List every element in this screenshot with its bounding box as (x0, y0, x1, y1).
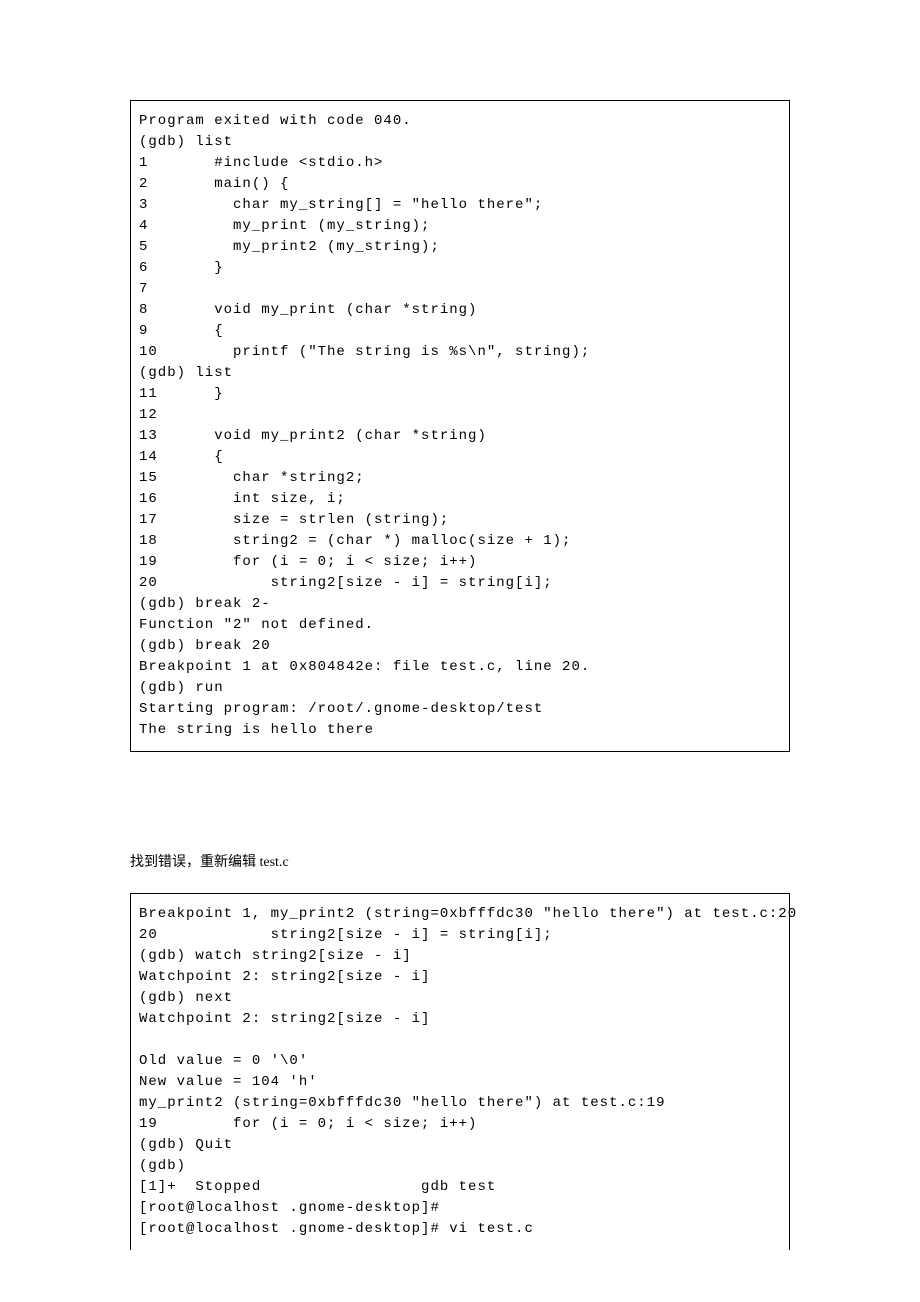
code-line: Program exited with code 040. (139, 113, 412, 129)
code-line: 4 my_print (my_string); (139, 218, 430, 234)
code-line: The string is hello there (139, 722, 374, 738)
code-line: Breakpoint 1, my_print2 (string=0xbfffdc… (139, 906, 797, 922)
code-line: 12 (139, 407, 158, 423)
code-line: [1]+ Stopped gdb test (139, 1179, 496, 1195)
code-line: 17 size = strlen (string); (139, 512, 449, 528)
document-page: Program exited with code 040. (gdb) list… (0, 0, 920, 1302)
code-line: Old value = 0 '\0' (139, 1053, 308, 1069)
code-line: 15 char *string2; (139, 470, 365, 486)
description-text: 找到错误，重新编辑 test.c (130, 852, 790, 873)
code-line: 13 void my_print2 (char *string) (139, 428, 487, 444)
code-line: 18 string2 = (char *) malloc(size + 1); (139, 533, 571, 549)
code-block-1: Program exited with code 040. (gdb) list… (130, 100, 790, 752)
code-line: 9 { (139, 323, 224, 339)
code-line: 14 { (139, 449, 224, 465)
code-line: 8 void my_print (char *string) (139, 302, 477, 318)
code-line: [root@localhost .gnome-desktop]# vi test… (139, 1221, 534, 1237)
code-line: (gdb) next (139, 990, 233, 1006)
code-line: 10 printf ("The string is %s\n", string)… (139, 344, 590, 360)
code-line: Watchpoint 2: string2[size - i] (139, 1011, 430, 1027)
code-line: (gdb) break 2- (139, 596, 271, 612)
code-line: 20 string2[size - i] = string[i]; (139, 575, 553, 591)
code-line: New value = 104 'h' (139, 1074, 318, 1090)
code-line: 7 (139, 281, 148, 297)
code-line: 1 #include <stdio.h> (139, 155, 383, 171)
code-line: (gdb) watch string2[size - i] (139, 948, 412, 964)
code-line: 2 main() { (139, 176, 289, 192)
code-line: Function "2" not defined. (139, 617, 374, 633)
code-line: 3 char my_string[] = "hello there"; (139, 197, 543, 213)
code-line: (gdb) (139, 1158, 186, 1174)
code-line: 19 for (i = 0; i < size; i++) (139, 554, 477, 570)
code-line: 16 int size, i; (139, 491, 346, 507)
code-line: (gdb) list (139, 365, 233, 381)
code-line: 5 my_print2 (my_string); (139, 239, 440, 255)
code-line: 11 } (139, 386, 224, 402)
code-line: (gdb) run (139, 680, 224, 696)
code-line: (gdb) Quit (139, 1137, 233, 1153)
code-line: [root@localhost .gnome-desktop]# (139, 1200, 440, 1216)
code-line: (gdb) list (139, 134, 233, 150)
code-line: 20 string2[size - i] = string[i]; (139, 927, 553, 943)
code-line: (gdb) break 20 (139, 638, 271, 654)
code-block-2: Breakpoint 1, my_print2 (string=0xbfffdc… (130, 893, 790, 1250)
code-line: my_print2 (string=0xbfffdc30 "hello ther… (139, 1095, 665, 1111)
code-line: Watchpoint 2: string2[size - i] (139, 969, 430, 985)
code-line: Starting program: /root/.gnome-desktop/t… (139, 701, 543, 717)
code-line: Breakpoint 1 at 0x804842e: file test.c, … (139, 659, 590, 675)
code-line: 6 } (139, 260, 224, 276)
code-line: 19 for (i = 0; i < size; i++) (139, 1116, 477, 1132)
